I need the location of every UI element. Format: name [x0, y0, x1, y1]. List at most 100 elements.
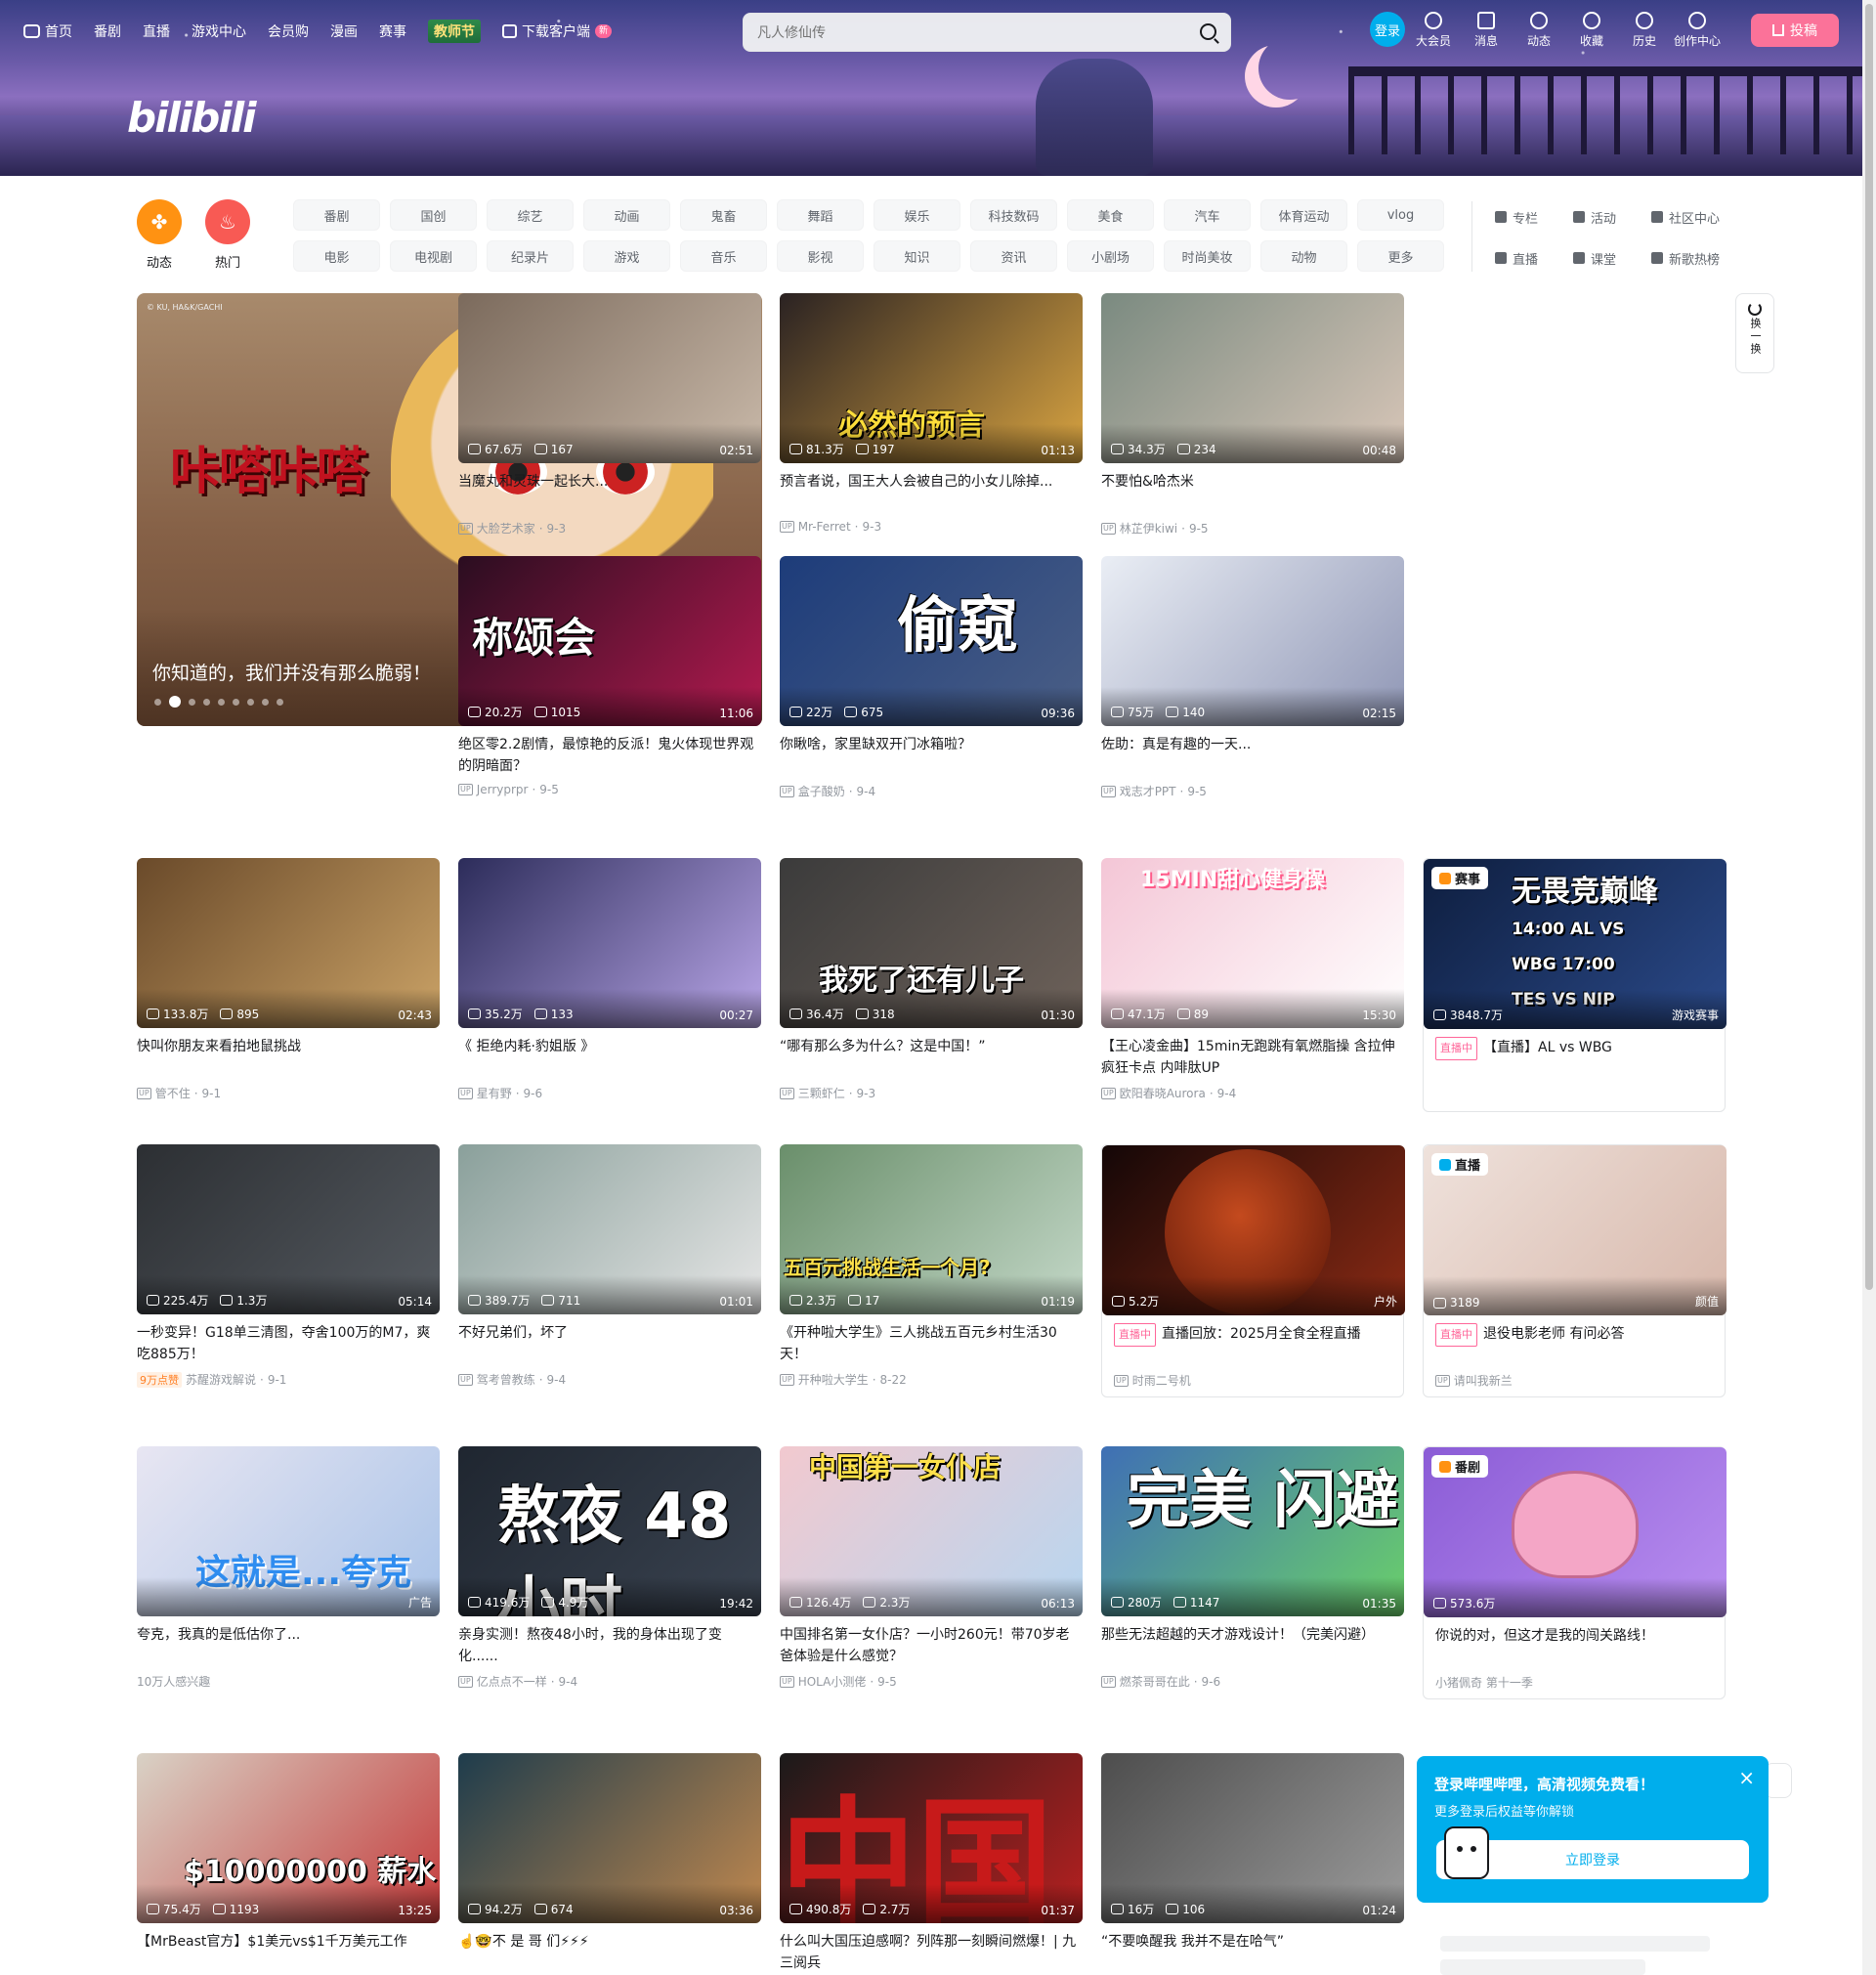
video-author[interactable]: 欧阳春晓Aurora — [1120, 1085, 1206, 1101]
live-thumbnail[interactable]: 直播 3189 颜值 — [1424, 1145, 1727, 1315]
nav-messages[interactable]: 消息 — [1470, 12, 1503, 49]
video-author[interactable]: 林芷伊kiwi — [1120, 520, 1177, 537]
channel-tag[interactable]: 影视 — [777, 240, 864, 272]
video-thumbnail[interactable]: 35.2万 133 00:27 — [458, 858, 761, 1028]
video-card[interactable]: 34.3万 234 00:48 不要怕&哈杰米 UP 林芷伊kiwi · 9-5 — [1101, 293, 1404, 537]
video-card[interactable]: 35.2万 133 00:27 《 拒绝内耗·豹姐版 》 UP 星有野 · 9-6 — [458, 858, 761, 1101]
channel-tag[interactable]: 电视剧 — [390, 240, 477, 272]
channel-tag[interactable]: 音乐 — [680, 240, 767, 272]
video-author[interactable]: 戏志才PPT — [1120, 783, 1176, 799]
video-thumbnail[interactable]: 225.4万 1.3万 05:14 — [137, 1144, 440, 1314]
video-thumbnail[interactable]: 389.7万 711 01:01 — [458, 1144, 761, 1314]
channel-tag[interactable]: 舞蹈 — [777, 199, 864, 231]
live-thumbnail[interactable]: 番剧 573.6万 — [1424, 1447, 1727, 1617]
channel-tag[interactable]: 鬼畜 — [680, 199, 767, 231]
nav-teachers-day[interactable]: 教师节 — [428, 20, 481, 43]
channel-tag[interactable]: 科技数码 — [970, 199, 1057, 231]
scrollbar-thumb[interactable] — [1865, 4, 1873, 1290]
video-thumbnail[interactable]: 这就是...夸克 广告 — [137, 1446, 440, 1616]
video-card[interactable]: 16万 106 01:24 “不要唤醒我 我并不是在哈气” — [1101, 1753, 1404, 1974]
search-icon[interactable] — [1200, 23, 1216, 40]
channel-tag[interactable]: 时尚美妆 — [1164, 240, 1251, 272]
nav-bangumi[interactable]: 番剧 — [94, 21, 121, 41]
nav-manga[interactable]: 漫画 — [330, 21, 358, 41]
carousel-dot-active[interactable] — [169, 696, 181, 708]
live-thumbnail[interactable]: 5.2万 户外 — [1102, 1145, 1405, 1315]
video-thumbnail[interactable]: 称颂会 20.2万 1015 11:06 — [458, 556, 761, 726]
carousel-title[interactable]: 你知道的，我们并没有那么脆弱！ — [152, 659, 431, 685]
live-card[interactable]: 无畏竞巅峰14:00 AL VS WBG 17:00 TES VS NIP赛事3… — [1423, 858, 1727, 1112]
carousel-dot[interactable] — [233, 698, 239, 706]
bilibili-logo[interactable]: bilibili — [127, 94, 257, 142]
close-icon[interactable]: × — [1738, 1768, 1755, 1787]
video-author[interactable]: 燃茶哥哥在此 — [1120, 1673, 1190, 1690]
channel-tag[interactable]: 电影 — [293, 240, 380, 272]
nav-favorites[interactable]: 收藏 — [1575, 12, 1608, 49]
channel-tag[interactable]: 动画 — [583, 199, 670, 231]
carousel-dot[interactable] — [262, 698, 269, 706]
live-card[interactable]: 直播 3189 颜值 直播中 退役电影老师 有问必答 UP 请叫我新兰 — [1423, 1144, 1727, 1397]
channel-tag[interactable]: 资讯 — [970, 240, 1057, 272]
video-title[interactable]: 《开种啦大学生》三人挑战五百元乡村生活30天！ — [780, 1322, 1083, 1365]
side-link[interactable]: 活动 — [1573, 201, 1651, 233]
channel-tag[interactable]: 综艺 — [487, 199, 574, 231]
video-author[interactable]: 星有野 — [477, 1085, 512, 1101]
nav-game-center[interactable]: 游戏中心 — [192, 21, 246, 41]
side-link[interactable]: 社区中心 — [1651, 201, 1749, 233]
video-card[interactable]: 称颂会 20.2万 1015 11:06 绝区零2.2剧情，最惊艳的反派！鬼火体现世界观… — [458, 556, 761, 796]
video-author[interactable]: Mr-Ferret — [798, 520, 851, 534]
nav-vip[interactable]: 大会员 — [1416, 12, 1451, 49]
live-thumbnail[interactable]: 无畏竞巅峰14:00 AL VS WBG 17:00 TES VS NIP赛事3… — [1424, 859, 1727, 1029]
video-author[interactable]: 亿点点不一样 — [477, 1673, 547, 1690]
side-link[interactable]: 专栏 — [1495, 201, 1573, 233]
nav-live[interactable]: 直播 — [143, 21, 170, 41]
video-title[interactable]: 中国排名第一女仆店？一小时260元！带70岁老爸体验是什么感觉？ — [780, 1624, 1083, 1667]
video-author[interactable]: 苏醒游戏解说 — [186, 1371, 256, 1388]
channel-tag[interactable]: 国创 — [390, 199, 477, 231]
video-author[interactable]: 10万人感兴趣 — [137, 1673, 210, 1690]
video-title[interactable]: 当魔丸和灵珠一起长大... — [458, 471, 761, 514]
video-card[interactable]: 389.7万 711 01:01 不好兄弟们，坏了 UP 驾考曾教练 · 9-4 — [458, 1144, 761, 1388]
video-card[interactable]: 133.8万 895 02:43 快叫你朋友来看拍地鼠挑战 UP 管不住 · 9-1 — [137, 858, 440, 1101]
video-thumbnail[interactable]: $10000000 薪水 75.4万 1193 13:25 — [137, 1753, 440, 1923]
dynamic-channel-button[interactable]: ✤ — [137, 199, 182, 244]
video-author[interactable]: 三颗虾仁 — [798, 1085, 845, 1101]
video-card[interactable]: 五百元挑战生活一个月? 2.3万 17 01:19 《开种啦大学生》三人挑战五百元乡村生… — [780, 1144, 1083, 1388]
nav-creator-center[interactable]: 创作中心 — [1674, 12, 1721, 49]
channel-tag[interactable]: 美食 — [1067, 199, 1154, 231]
video-card[interactable]: 94.2万 674 03:36 ☝️🤓不 是 哥 们⚡⚡⚡ — [458, 1753, 761, 1974]
nav-mall[interactable]: 会员购 — [268, 21, 309, 41]
video-thumbnail[interactable]: 中国第一女仆店 126.4万 2.3万 06:13 — [780, 1446, 1083, 1616]
video-title[interactable]: 一秒变异！G18单三清图，夺舍100万的M7，爽吃885万！ — [137, 1322, 440, 1365]
channel-tag[interactable]: 小剧场 — [1067, 240, 1154, 272]
nav-download[interactable]: 下载客户端新 — [502, 21, 613, 41]
video-author[interactable]: 盒子酸奶 — [798, 783, 845, 799]
channel-tag[interactable]: 更多 — [1357, 240, 1444, 272]
video-title[interactable]: 夸克，我真的是低估你了... — [137, 1624, 440, 1667]
video-thumbnail[interactable]: 完美 闪避 280万 1147 01:35 — [1101, 1446, 1404, 1616]
live-card[interactable]: 5.2万 户外 直播中 直播回放：2025月全食全程直播 UP 时雨二号机 — [1101, 1144, 1405, 1397]
video-thumbnail[interactable]: 133.8万 895 02:43 — [137, 858, 440, 1028]
video-title[interactable]: ☝️🤓不 是 哥 们⚡⚡⚡ — [458, 1931, 761, 1974]
video-thumbnail[interactable]: 中国 490.8万 2.7万 01:37 — [780, 1753, 1083, 1923]
video-title[interactable]: “不要唤醒我 我并不是在哈气” — [1101, 1931, 1404, 1974]
video-thumbnail[interactable]: 我死了还有儿子 36.4万 318 01:30 — [780, 858, 1083, 1028]
video-author[interactable]: 管不住 — [155, 1085, 191, 1101]
live-title[interactable]: 直播中 直播回放：2025月全食全程直播 — [1102, 1323, 1403, 1366]
side-link[interactable]: 直播 — [1495, 242, 1573, 274]
carousel-dot[interactable] — [189, 698, 195, 706]
channel-tag[interactable]: 娱乐 — [874, 199, 960, 231]
video-author[interactable]: 大脸艺术家 — [477, 520, 535, 537]
video-thumbnail[interactable]: 75万 140 02:15 — [1101, 556, 1404, 726]
channel-tag[interactable]: 游戏 — [583, 240, 670, 272]
carousel-dot[interactable] — [277, 698, 283, 706]
video-author[interactable]: Jerryprpr — [477, 783, 529, 796]
carousel-dot[interactable] — [203, 698, 210, 706]
video-card[interactable]: 75万 140 02:15 佐助：真是有趣的一天... UP 戏志才PPT · 9-5 — [1101, 556, 1404, 799]
channel-tag[interactable]: 纪录片 — [487, 240, 574, 272]
carousel-dot[interactable] — [154, 698, 161, 706]
video-thumbnail[interactable]: 偷窥 22万 675 09:36 — [780, 556, 1083, 726]
channel-tag[interactable]: 番剧 — [293, 199, 380, 231]
video-card[interactable]: 中国 490.8万 2.7万 01:37 什么叫大国压迫感啊？列阵那一刻瞬间燃爆！| 九… — [780, 1753, 1083, 1974]
video-title[interactable]: 你瞅啥，家里缺双开门冰箱啦？ — [780, 734, 1083, 777]
